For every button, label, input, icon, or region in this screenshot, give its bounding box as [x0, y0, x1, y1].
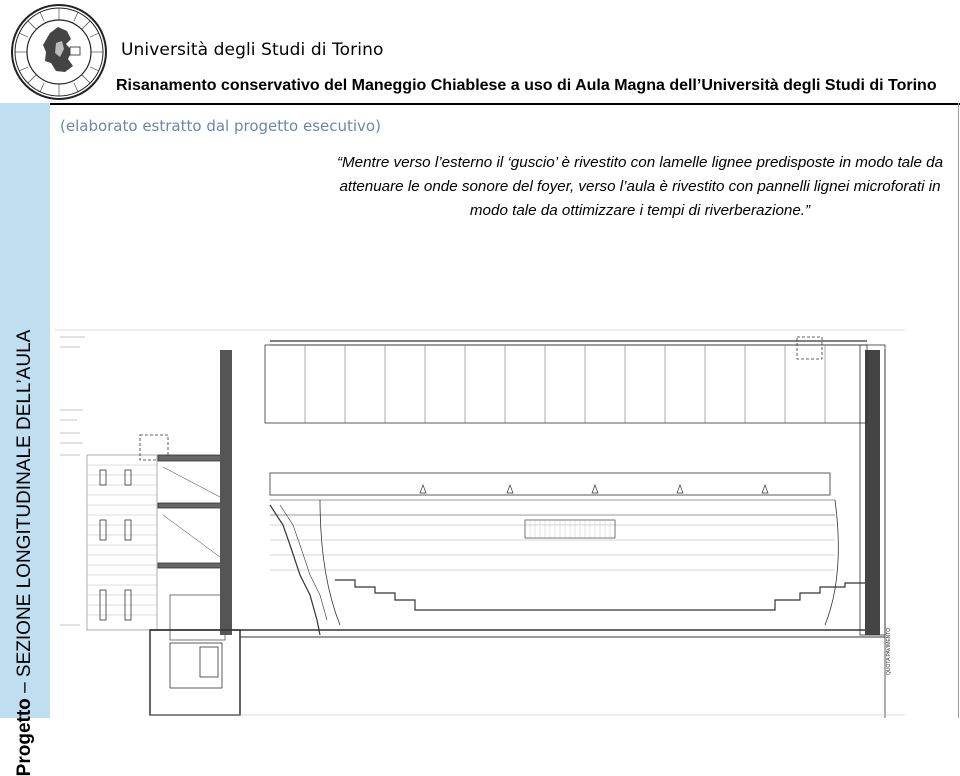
seal-icon	[11, 4, 107, 100]
description-caption: “Mentre verso l’esterno il ‘guscio’ è ri…	[336, 154, 944, 219]
university-name: Università degli Studi di Torino	[121, 40, 384, 60]
side-title-text: SEZIONE LONGITUDINALE DELL’AULA	[14, 329, 35, 678]
university-seal-logo	[10, 3, 108, 101]
section-drawing: QUOTA PAVIMENTO	[55, 325, 905, 718]
side-band: Progetto – SEZIONE LONGITUDINALE DELL’AU…	[0, 103, 50, 776]
page-header: Università degli Studi di Torino Risanam…	[0, 0, 960, 105]
side-title-prefix: Progetto	[14, 698, 35, 776]
floor-level-label: QUOTA PAVIMENTO	[886, 628, 892, 675]
side-title-dash: –	[14, 682, 35, 693]
longitudinal-section-drawing-icon: QUOTA PAVIMENTO	[55, 329, 905, 718]
page-title: Risanamento conservativo del Maneggio Ch…	[116, 77, 937, 94]
vertical-section-title: Progetto – SEZIONE LONGITUDINALE DELL’AU…	[14, 330, 36, 776]
subtitle: (elaborato estratto dal progetto esecuti…	[60, 117, 381, 135]
